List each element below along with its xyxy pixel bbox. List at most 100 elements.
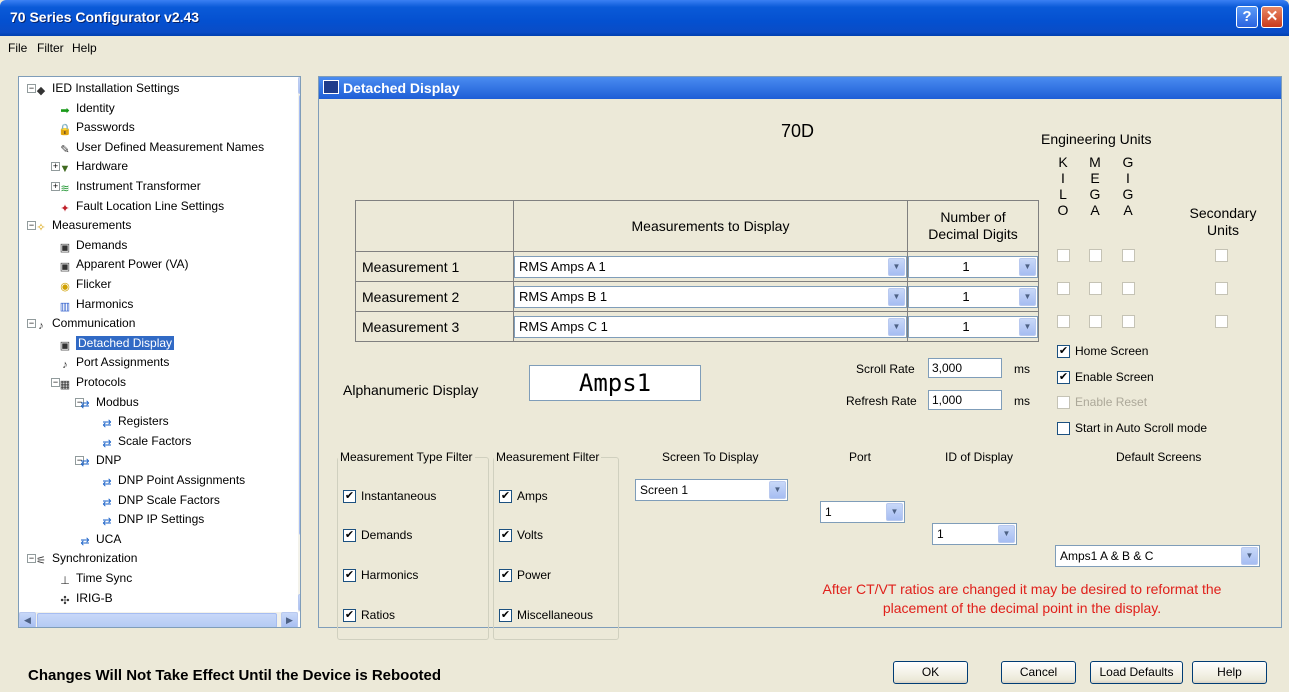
tree-item-harmonics[interactable]: ▥ Harmonics [57,295,134,314]
tree-item-identity[interactable]: ➡ Identity [57,99,114,118]
screen-to-display-select[interactable]: Screen 1 ▼ [635,479,788,501]
decimals-2-select[interactable]: 1 ▼ [908,285,1038,308]
enable-screen-checkbox[interactable]: ✔ [1057,371,1070,384]
tree-item-irig-b[interactable]: ✣ IRIG-B [57,589,112,608]
auto-scroll-checkbox[interactable] [1057,422,1070,435]
chevron-down-icon[interactable]: ▼ [888,287,905,306]
measurement-3-select[interactable]: RMS Amps C 1 ▼ [514,315,907,338]
tree-hscroll-thumb[interactable] [37,613,277,627]
measurement-2-select[interactable]: RMS Amps B 1 ▼ [514,285,907,308]
menu-help[interactable]: Help [72,41,97,55]
tree-item-apparent-power-va[interactable]: ▣ Apparent Power (VA) [57,255,189,274]
port-select[interactable]: 1 ▼ [820,501,905,523]
chevron-down-icon[interactable]: ▼ [1019,257,1036,276]
ok-button[interactable]: OK [893,661,968,684]
type-filter-harmonics-checkbox[interactable]: ✔ [343,569,356,582]
measurement-3-kilo-checkbox[interactable] [1057,315,1070,328]
tree-item-instrument-transformer[interactable]: ≋ Instrument Transformer [57,177,200,196]
help-button[interactable]: Help [1192,661,1267,684]
help-title-button[interactable]: ? [1236,6,1258,28]
tree-item-communication[interactable]: ♪ Communication [33,314,135,333]
chevron-down-icon[interactable]: ▼ [888,317,905,336]
tree-item-demands[interactable]: ▣ Demands [57,236,128,255]
va-icon: ▣ [59,261,71,274]
tree-item-hardware[interactable]: ▼ Hardware [57,157,128,176]
measurement-2-giga-checkbox[interactable] [1122,282,1135,295]
tree-item-uca[interactable]: ⇄ UCA [77,530,121,549]
type-filter-instantaneous-checkbox[interactable]: ✔ [343,490,356,503]
scroll-down-icon[interactable]: ▼ [298,594,300,611]
measurement-1-select[interactable]: RMS Amps A 1 ▼ [514,255,907,278]
alphanumeric-display-input[interactable]: Amps1 [529,365,701,401]
decimals-1-select[interactable]: 1 ▼ [908,255,1038,278]
type-filter-demands-checkbox[interactable]: ✔ [343,529,356,542]
chevron-down-icon[interactable]: ▼ [769,481,786,499]
tree-item-registers[interactable]: ⇄ Registers [99,412,168,431]
measurement-1-kilo-checkbox[interactable] [1057,249,1070,262]
tree-item-fault-location-line-settings[interactable]: ✦ Fault Location Line Settings [57,197,224,216]
tree-item-user-defined-measurement-names[interactable]: ✎ User Defined Measurement Names [57,138,264,157]
tree-item-modbus[interactable]: ⇄ Modbus [77,393,138,412]
scroll-up-icon[interactable]: ▲ [298,77,300,94]
tree-item-synchronization[interactable]: ⚟ Synchronization [33,549,137,568]
tree-item-passwords[interactable]: 🔒 Passwords [57,118,135,137]
measurement-1-mega-checkbox[interactable] [1089,249,1102,262]
tree-item-protocols[interactable]: ▦ Protocols [57,373,126,392]
chevron-down-icon[interactable]: ▼ [1019,317,1036,336]
tree-scroll-thumb[interactable] [299,95,300,535]
scroll-right-icon[interactable]: ▶ [281,612,298,627]
menu-filter[interactable]: Filter [37,41,64,55]
measurement-1-secondary-checkbox[interactable] [1215,249,1228,262]
measurement-2-kilo-checkbox[interactable] [1057,282,1070,295]
meas-filter-amps-checkbox[interactable]: ✔ [499,490,512,503]
measurement-1-cell[interactable]: RMS Amps A 1 ▼ [513,251,908,282]
tree-horizontal-scrollbar[interactable]: ◀ ▶ [19,612,298,627]
measurement-2-secondary-checkbox[interactable] [1215,282,1228,295]
tree-item-port-assignments[interactable]: ♪ Port Assignments [57,353,169,372]
refresh-rate-input[interactable]: 1,000 [928,390,1002,410]
tree-item-ied-installation-settings[interactable]: ◆ IED Installation Settings [33,79,180,98]
decimals-2-cell[interactable]: 1 ▼ [907,281,1039,312]
arrows-icon: ⇄ [102,477,112,489]
type-filter-ratios-checkbox[interactable]: ✔ [343,609,356,622]
meas-filter-miscellaneous-checkbox[interactable]: ✔ [499,609,512,622]
measurement-3-giga-checkbox[interactable] [1122,315,1135,328]
tree-item-measurements[interactable]: ✧ Measurements [33,216,131,235]
settings-tree[interactable]: − ◆ IED Installation Settings ➡ Identity 🔒 Pas… [18,76,301,628]
chevron-down-icon[interactable]: ▼ [998,525,1015,543]
decimals-3-cell[interactable]: 1 ▼ [907,311,1039,342]
measurement-2-cell[interactable]: RMS Amps B 1 ▼ [513,281,908,312]
auto-scroll-label: Start in Auto Scroll mode [1075,421,1208,435]
cancel-button[interactable]: Cancel [1001,661,1076,684]
chevron-down-icon[interactable]: ▼ [888,257,905,276]
tree-item-dnp-point-assignments[interactable]: ⇄ DNP Point Assignments [99,471,245,490]
meas-filter-volts-checkbox[interactable]: ✔ [499,529,512,542]
tree-item-dnp[interactable]: ⇄ DNP [77,451,121,470]
measurement-2-mega-checkbox[interactable] [1089,282,1102,295]
measurement-3-mega-checkbox[interactable] [1089,315,1102,328]
load-defaults-button[interactable]: Load Defaults [1090,661,1183,684]
close-icon[interactable]: ✕ [1261,6,1283,28]
chevron-down-icon[interactable]: ▼ [886,503,903,521]
chevron-down-icon[interactable]: ▼ [1241,547,1258,565]
tree-item-detached-display[interactable]: ▣ Detached Display [57,334,175,353]
measurement-1-giga-checkbox[interactable] [1122,249,1135,262]
decimals-3-select[interactable]: 1 ▼ [908,315,1038,338]
scroll-left-icon[interactable]: ◀ [19,612,36,627]
tree-item-scale-factors[interactable]: ⇄ Scale Factors [99,432,191,451]
tree-vertical-scrollbar[interactable]: ▲ ▼ [298,77,300,612]
measurement-3-cell[interactable]: RMS Amps C 1 ▼ [513,311,908,342]
home-screen-checkbox[interactable]: ✔ [1057,345,1070,358]
decimals-1-cell[interactable]: 1 ▼ [907,251,1039,282]
id-of-display-select[interactable]: 1 ▼ [932,523,1017,545]
measurement-3-secondary-checkbox[interactable] [1215,315,1228,328]
meas-filter-power-checkbox[interactable]: ✔ [499,569,512,582]
tree-item-dnp-scale-factors[interactable]: ⇄ DNP Scale Factors [99,491,219,510]
tree-item-time-sync[interactable]: ⊥ Time Sync [57,569,132,588]
tree-item-dnp-ip-settings[interactable]: ⇄ DNP IP Settings [99,510,204,529]
chevron-down-icon[interactable]: ▼ [1019,287,1036,306]
scroll-rate-input[interactable]: 3,000 [928,358,1002,378]
menu-file[interactable]: File [8,41,27,55]
default-screens-select[interactable]: Amps1 A & B & C ▼ [1055,545,1260,567]
tree-item-flicker[interactable]: ◉ Flicker [57,275,111,294]
